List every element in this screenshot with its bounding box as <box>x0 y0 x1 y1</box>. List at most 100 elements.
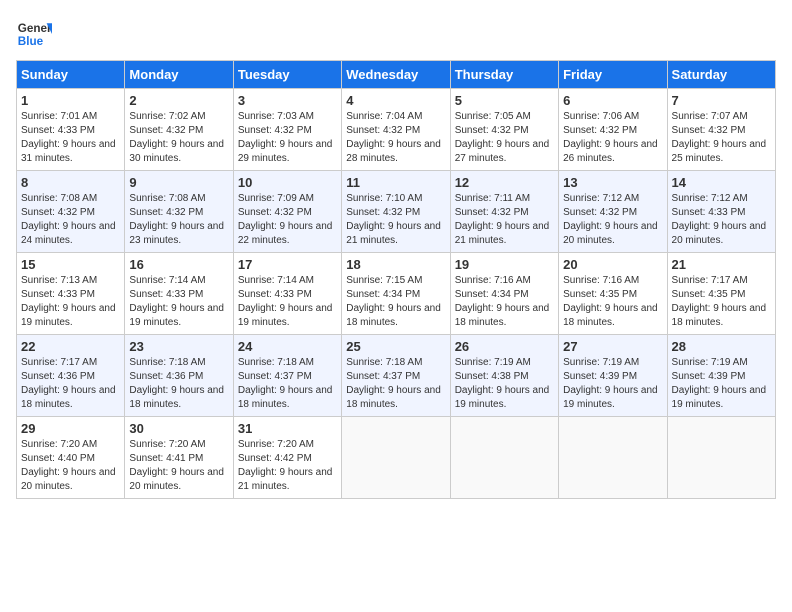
day-info: Sunrise: 7:16 AMSunset: 4:35 PMDaylight:… <box>563 274 662 330</box>
day-info: Sunrise: 7:14 AMSunset: 4:33 PMDaylight:… <box>129 274 228 330</box>
calendar-week-3: 15 Sunrise: 7:13 AMSunset: 4:33 PMDayligh… <box>17 253 776 335</box>
day-info: Sunrise: 7:10 AMSunset: 4:32 PMDaylight:… <box>346 192 445 248</box>
day-info: Sunrise: 7:20 AMSunset: 4:42 PMDaylight:… <box>238 438 337 494</box>
day-number: 27 <box>563 339 662 354</box>
calendar-week-4: 22 Sunrise: 7:17 AMSunset: 4:36 PMDayligh… <box>17 335 776 417</box>
day-number: 28 <box>672 339 771 354</box>
calendar-cell: 15 Sunrise: 7:13 AMSunset: 4:33 PMDayligh… <box>17 253 125 335</box>
day-number: 21 <box>672 257 771 272</box>
day-info: Sunrise: 7:12 AMSunset: 4:32 PMDaylight:… <box>563 192 662 248</box>
day-info: Sunrise: 7:13 AMSunset: 4:33 PMDaylight:… <box>21 274 120 330</box>
day-number: 24 <box>238 339 337 354</box>
day-info: Sunrise: 7:08 AMSunset: 4:32 PMDaylight:… <box>129 192 228 248</box>
weekday-header-row: SundayMondayTuesdayWednesdayThursdayFrid… <box>17 61 776 89</box>
calendar-cell <box>342 417 450 499</box>
day-info: Sunrise: 7:05 AMSunset: 4:32 PMDaylight:… <box>455 110 554 166</box>
calendar-table: SundayMondayTuesdayWednesdayThursdayFrid… <box>16 60 776 499</box>
svg-text:General: General <box>18 22 52 35</box>
calendar-cell: 6 Sunrise: 7:06 AMSunset: 4:32 PMDaylight… <box>559 89 667 171</box>
calendar-cell: 24 Sunrise: 7:18 AMSunset: 4:37 PMDayligh… <box>233 335 341 417</box>
day-number: 13 <box>563 175 662 190</box>
calendar-cell <box>667 417 775 499</box>
calendar-cell: 13 Sunrise: 7:12 AMSunset: 4:32 PMDayligh… <box>559 171 667 253</box>
day-number: 16 <box>129 257 228 272</box>
logo: General Blue <box>16 16 52 52</box>
day-number: 31 <box>238 421 337 436</box>
day-info: Sunrise: 7:07 AMSunset: 4:32 PMDaylight:… <box>672 110 771 166</box>
weekday-header-sunday: Sunday <box>17 61 125 89</box>
day-number: 14 <box>672 175 771 190</box>
calendar-cell: 9 Sunrise: 7:08 AMSunset: 4:32 PMDaylight… <box>125 171 233 253</box>
calendar-cell: 8 Sunrise: 7:08 AMSunset: 4:32 PMDaylight… <box>17 171 125 253</box>
day-info: Sunrise: 7:01 AMSunset: 4:33 PMDaylight:… <box>21 110 120 166</box>
calendar-cell: 29 Sunrise: 7:20 AMSunset: 4:40 PMDayligh… <box>17 417 125 499</box>
weekday-header-saturday: Saturday <box>667 61 775 89</box>
calendar-cell: 3 Sunrise: 7:03 AMSunset: 4:32 PMDaylight… <box>233 89 341 171</box>
day-info: Sunrise: 7:08 AMSunset: 4:32 PMDaylight:… <box>21 192 120 248</box>
calendar-cell: 12Sunrise: 7:11 AMSunset: 4:32 PMDayligh… <box>450 171 558 253</box>
calendar-cell: 26 Sunrise: 7:19 AMSunset: 4:38 PMDayligh… <box>450 335 558 417</box>
day-number: 1 <box>21 93 120 108</box>
weekday-header-thursday: Thursday <box>450 61 558 89</box>
day-number: 30 <box>129 421 228 436</box>
day-number: 15 <box>21 257 120 272</box>
calendar-cell: 11 Sunrise: 7:10 AMSunset: 4:32 PMDayligh… <box>342 171 450 253</box>
weekday-header-tuesday: Tuesday <box>233 61 341 89</box>
day-info: Sunrise: 7:14 AMSunset: 4:33 PMDaylight:… <box>238 274 337 330</box>
day-info: Sunrise: 7:19 AMSunset: 4:38 PMDaylight:… <box>455 356 554 412</box>
calendar-cell: 20 Sunrise: 7:16 AMSunset: 4:35 PMDayligh… <box>559 253 667 335</box>
calendar-cell: 30 Sunrise: 7:20 AMSunset: 4:41 PMDayligh… <box>125 417 233 499</box>
calendar-cell: 17 Sunrise: 7:14 AMSunset: 4:33 PMDayligh… <box>233 253 341 335</box>
day-number: 19 <box>455 257 554 272</box>
day-info: Sunrise: 7:19 AMSunset: 4:39 PMDaylight:… <box>563 356 662 412</box>
day-info: Sunrise: 7:16 AMSunset: 4:34 PMDaylight:… <box>455 274 554 330</box>
day-info: Sunrise: 7:18 AMSunset: 4:37 PMDaylight:… <box>238 356 337 412</box>
day-info: Sunrise: 7:15 AMSunset: 4:34 PMDaylight:… <box>346 274 445 330</box>
day-info: Sunrise: 7:20 AMSunset: 4:40 PMDaylight:… <box>21 438 120 494</box>
day-number: 12 <box>455 175 554 190</box>
day-number: 9 <box>129 175 228 190</box>
calendar-week-1: 1 Sunrise: 7:01 AMSunset: 4:33 PMDaylight… <box>17 89 776 171</box>
calendar-cell: 5Sunrise: 7:05 AMSunset: 4:32 PMDaylight… <box>450 89 558 171</box>
day-info: Sunrise: 7:17 AMSunset: 4:36 PMDaylight:… <box>21 356 120 412</box>
day-info: Sunrise: 7:17 AMSunset: 4:35 PMDaylight:… <box>672 274 771 330</box>
day-info: Sunrise: 7:06 AMSunset: 4:32 PMDaylight:… <box>563 110 662 166</box>
calendar-cell: 23 Sunrise: 7:18 AMSunset: 4:36 PMDayligh… <box>125 335 233 417</box>
day-number: 11 <box>346 175 445 190</box>
logo-icon: General Blue <box>16 16 52 52</box>
day-info: Sunrise: 7:03 AMSunset: 4:32 PMDaylight:… <box>238 110 337 166</box>
calendar-cell: 16 Sunrise: 7:14 AMSunset: 4:33 PMDayligh… <box>125 253 233 335</box>
calendar-cell: 10Sunrise: 7:09 AMSunset: 4:32 PMDayligh… <box>233 171 341 253</box>
day-number: 29 <box>21 421 120 436</box>
day-info: Sunrise: 7:04 AMSunset: 4:32 PMDaylight:… <box>346 110 445 166</box>
calendar-cell: 19 Sunrise: 7:16 AMSunset: 4:34 PMDayligh… <box>450 253 558 335</box>
svg-text:Blue: Blue <box>18 35 44 48</box>
day-number: 18 <box>346 257 445 272</box>
day-info: Sunrise: 7:20 AMSunset: 4:41 PMDaylight:… <box>129 438 228 494</box>
day-info: Sunrise: 7:18 AMSunset: 4:36 PMDaylight:… <box>129 356 228 412</box>
day-number: 6 <box>563 93 662 108</box>
day-number: 23 <box>129 339 228 354</box>
calendar-cell: 25Sunrise: 7:18 AMSunset: 4:37 PMDayligh… <box>342 335 450 417</box>
day-number: 17 <box>238 257 337 272</box>
day-number: 8 <box>21 175 120 190</box>
calendar-cell: 14Sunrise: 7:12 AMSunset: 4:33 PMDayligh… <box>667 171 775 253</box>
calendar-cell: 2 Sunrise: 7:02 AMSunset: 4:32 PMDaylight… <box>125 89 233 171</box>
day-number: 2 <box>129 93 228 108</box>
day-number: 26 <box>455 339 554 354</box>
day-number: 22 <box>21 339 120 354</box>
calendar-cell: 27 Sunrise: 7:19 AMSunset: 4:39 PMDayligh… <box>559 335 667 417</box>
calendar-cell: 22 Sunrise: 7:17 AMSunset: 4:36 PMDayligh… <box>17 335 125 417</box>
calendar-week-5: 29 Sunrise: 7:20 AMSunset: 4:40 PMDayligh… <box>17 417 776 499</box>
weekday-header-monday: Monday <box>125 61 233 89</box>
day-info: Sunrise: 7:09 AMSunset: 4:32 PMDaylight:… <box>238 192 337 248</box>
day-number: 3 <box>238 93 337 108</box>
day-number: 4 <box>346 93 445 108</box>
weekday-header-wednesday: Wednesday <box>342 61 450 89</box>
day-number: 20 <box>563 257 662 272</box>
calendar-cell: 7Sunrise: 7:07 AMSunset: 4:32 PMDaylight… <box>667 89 775 171</box>
day-info: Sunrise: 7:02 AMSunset: 4:32 PMDaylight:… <box>129 110 228 166</box>
calendar-cell: 28Sunrise: 7:19 AMSunset: 4:39 PMDayligh… <box>667 335 775 417</box>
calendar-cell: 1 Sunrise: 7:01 AMSunset: 4:33 PMDaylight… <box>17 89 125 171</box>
calendar-cell: 4 Sunrise: 7:04 AMSunset: 4:32 PMDaylight… <box>342 89 450 171</box>
